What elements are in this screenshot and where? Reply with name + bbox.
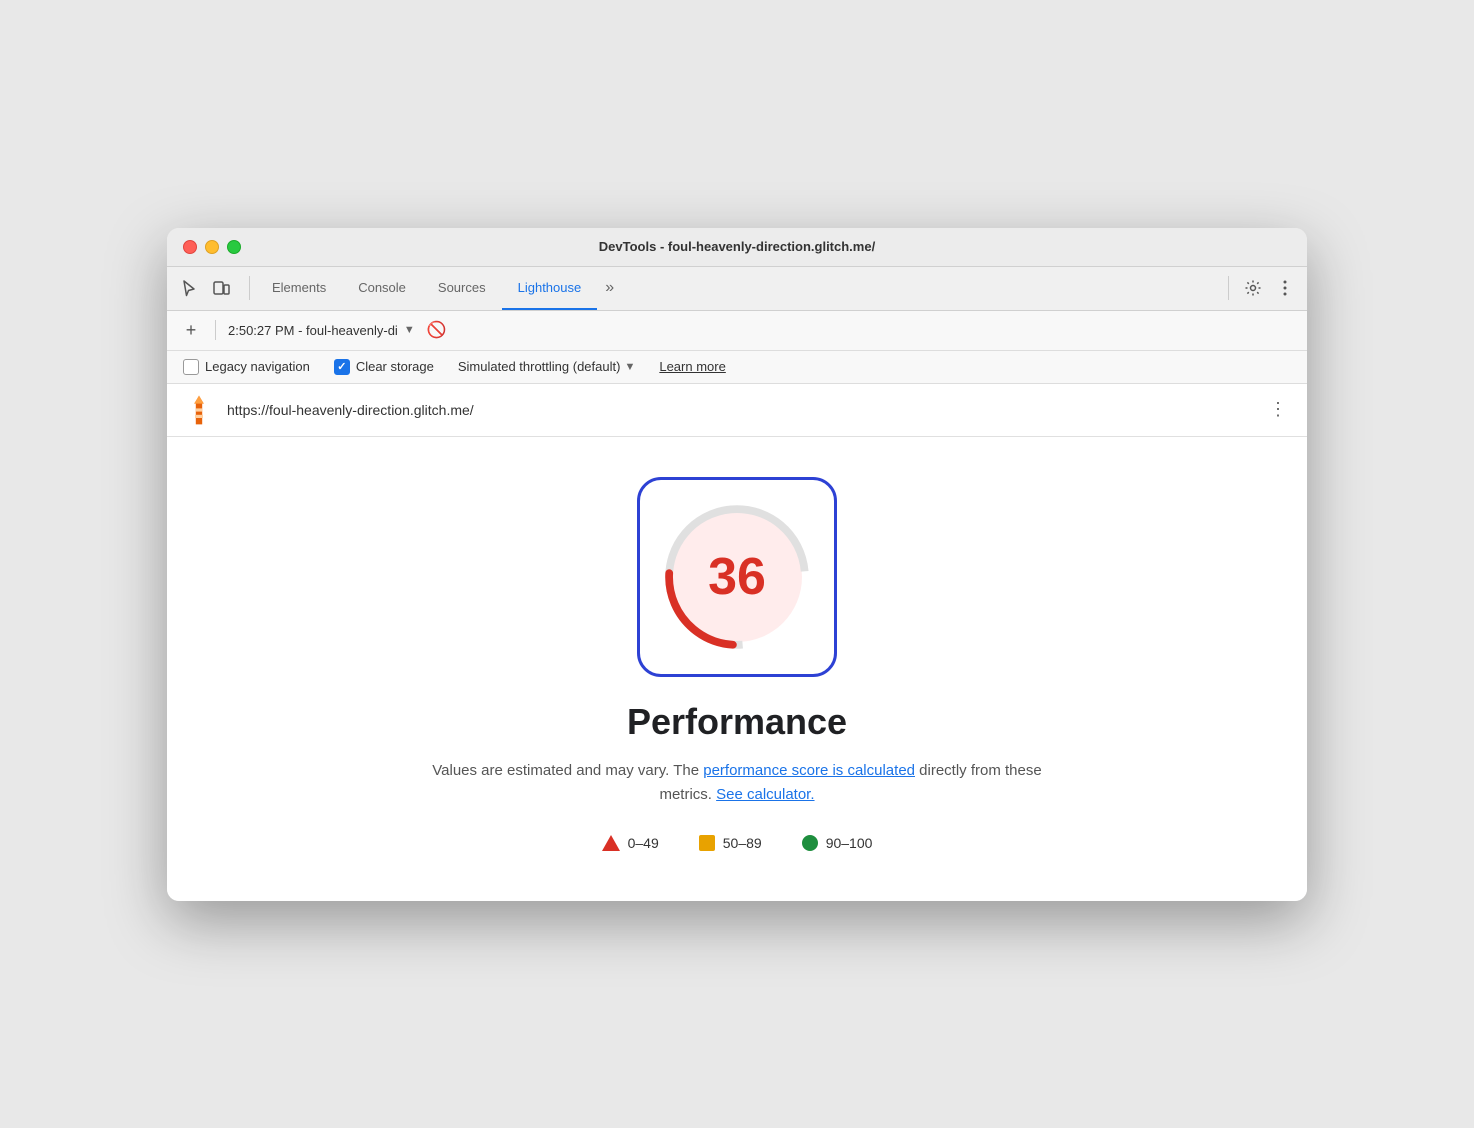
traffic-lights xyxy=(183,240,241,254)
minimize-button[interactable] xyxy=(205,240,219,254)
score-number: 36 xyxy=(708,547,766,607)
cursor-icon[interactable] xyxy=(175,274,203,302)
legend-fail-range: 0–49 xyxy=(628,835,659,851)
fail-triangle-icon xyxy=(602,835,620,851)
clear-storage-label: Clear storage xyxy=(356,359,434,374)
desc-prefix: Values are estimated and may vary. The xyxy=(432,762,703,779)
url-row: https://foul-heavenly-direction.glitch.m… xyxy=(167,384,1307,437)
good-circle-icon xyxy=(802,835,818,851)
average-square-icon xyxy=(699,835,715,851)
devtools-window: DevTools - foul-heavenly-direction.glitc… xyxy=(167,228,1307,901)
timestamp-selector[interactable]: 2:50:27 PM - foul-heavenly-di ▼ xyxy=(228,323,415,338)
legend-average-range: 50–89 xyxy=(723,835,762,851)
legacy-nav-label: Legacy navigation xyxy=(205,359,310,374)
toolbar-divider xyxy=(249,276,250,300)
learn-more-link[interactable]: Learn more xyxy=(659,359,725,374)
sec-divider xyxy=(215,320,216,340)
perf-score-link[interactable]: performance score is calculated xyxy=(703,762,915,779)
secondary-toolbar: + 2:50:27 PM - foul-heavenly-di ▼ 🚫 xyxy=(167,311,1307,351)
tab-console[interactable]: Console xyxy=(342,266,422,310)
block-icon[interactable]: 🚫 xyxy=(427,320,447,340)
tab-elements[interactable]: Elements xyxy=(256,266,342,310)
legend-average: 50–89 xyxy=(699,835,762,851)
legacy-nav-checkbox[interactable] xyxy=(183,359,199,375)
nav-tabs: Elements Console Sources Lighthouse » xyxy=(256,266,622,310)
score-gauge: 36 xyxy=(637,477,837,677)
dropdown-arrow-icon: ▼ xyxy=(404,324,415,336)
options-toolbar: Legacy navigation Clear storage Simulate… xyxy=(167,351,1307,384)
main-content: 36 Performance Values are estimated and … xyxy=(167,437,1307,901)
url-menu-button[interactable]: ⋮ xyxy=(1265,395,1291,424)
more-options-icon[interactable] xyxy=(1271,274,1299,302)
calculator-link[interactable]: See calculator. xyxy=(716,786,814,803)
legend-fail: 0–49 xyxy=(602,835,659,851)
clear-storage-checkbox[interactable] xyxy=(334,359,350,375)
toolbar-divider-right xyxy=(1228,276,1229,300)
legend-good-range: 90–100 xyxy=(826,835,873,851)
performance-title: Performance xyxy=(627,701,847,743)
more-tabs-button[interactable]: » xyxy=(597,266,622,310)
toolbar-icons xyxy=(175,274,235,302)
tab-lighthouse[interactable]: Lighthouse xyxy=(502,266,598,310)
throttling-selector[interactable]: Simulated throttling (default) ▼ xyxy=(458,359,635,374)
devtools-toolbar: Elements Console Sources Lighthouse » xyxy=(167,267,1307,311)
description-text: Values are estimated and may vary. The p… xyxy=(417,759,1057,807)
settings-icon[interactable] xyxy=(1239,274,1267,302)
lighthouse-logo-icon xyxy=(183,394,215,426)
legend-good: 90–100 xyxy=(802,835,873,851)
maximize-button[interactable] xyxy=(227,240,241,254)
tab-sources[interactable]: Sources xyxy=(422,266,502,310)
legacy-nav-option: Legacy navigation xyxy=(183,359,310,375)
clear-storage-option: Clear storage xyxy=(334,359,434,375)
score-legend: 0–49 50–89 90–100 xyxy=(602,835,873,851)
throttling-arrow-icon: ▼ xyxy=(624,361,635,373)
device-toggle-icon[interactable] xyxy=(207,274,235,302)
close-button[interactable] xyxy=(183,240,197,254)
title-bar: DevTools - foul-heavenly-direction.glitc… xyxy=(167,228,1307,267)
add-button[interactable]: + xyxy=(179,318,203,342)
url-text: https://foul-heavenly-direction.glitch.m… xyxy=(227,402,1253,418)
toolbar-right xyxy=(1222,274,1299,302)
timestamp-text: 2:50:27 PM - foul-heavenly-di xyxy=(228,323,398,338)
window-title: DevTools - foul-heavenly-direction.glitc… xyxy=(599,239,875,254)
throttling-label: Simulated throttling (default) xyxy=(458,359,621,374)
